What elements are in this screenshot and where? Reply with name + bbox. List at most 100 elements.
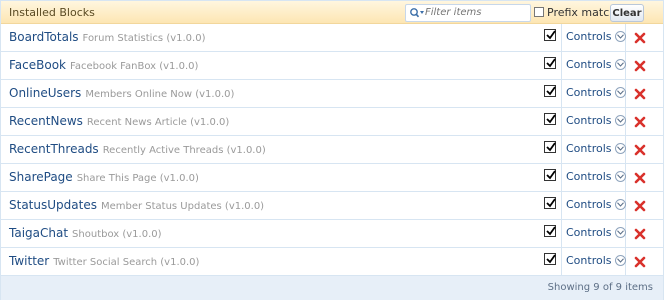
list-item: StatusUpdates Member Status Updates (v1.0… <box>1 192 663 220</box>
block-name-link[interactable]: TaigaChat <box>9 226 68 240</box>
chevron-down-icon <box>614 143 626 154</box>
block-info: FaceBook Facebook FanBox (v1.0.0) <box>9 58 198 72</box>
controls-label: Controls <box>566 170 612 183</box>
chevron-down-icon <box>614 255 626 266</box>
block-description: Facebook FanBox (v1.0.0) <box>70 61 199 72</box>
list-item: FaceBook Facebook FanBox (v1.0.0) Control… <box>1 52 663 80</box>
list-item: RecentThreads Recently Active Threads (v1… <box>1 136 663 164</box>
block-name-link[interactable]: BoardTotals <box>9 30 79 44</box>
controls-menu[interactable]: Controls <box>566 226 626 239</box>
block-name-link[interactable]: RecentThreads <box>9 142 99 156</box>
prefix-match-label: Prefix match <box>547 5 617 19</box>
block-description: Member Status Updates (v1.0.0) <box>100 201 265 212</box>
block-name-link[interactable]: OnlineUsers <box>9 86 81 100</box>
filter-box[interactable] <box>405 4 531 22</box>
delete-icon[interactable] <box>634 32 646 44</box>
controls-label: Controls <box>566 58 612 71</box>
chevron-down-icon <box>614 227 626 238</box>
clear-button[interactable]: Clear <box>610 4 644 22</box>
block-info: StatusUpdates Member Status Updates (v1.0… <box>9 198 264 212</box>
block-description: Forum Statistics (v1.0.0) <box>82 33 206 44</box>
checkmark-icon <box>546 114 556 124</box>
prefix-match-checkbox[interactable] <box>534 7 544 17</box>
enabled-checkbox[interactable] <box>544 253 556 265</box>
chevron-down-icon <box>614 199 626 210</box>
controls-label: Controls <box>566 86 612 99</box>
filter-input[interactable] <box>425 5 525 19</box>
controls-menu[interactable]: Controls <box>566 198 626 211</box>
panel-title: Installed Blocks <box>9 6 95 19</box>
delete-icon[interactable] <box>634 116 646 128</box>
checkmark-icon <box>546 86 556 96</box>
block-info: OnlineUsers Members Online Now (v1.0.0) <box>9 86 234 100</box>
column-divider <box>561 136 562 163</box>
enabled-checkbox[interactable] <box>544 141 556 153</box>
panel-header: Installed Blocks Prefix match Clear <box>1 1 663 24</box>
list-footer: Showing 9 of 9 items <box>1 275 663 300</box>
block-info: RecentThreads Recently Active Threads (v1… <box>9 142 266 156</box>
block-info: BoardTotals Forum Statistics (v1.0.0) <box>9 30 206 44</box>
checkmark-icon <box>546 142 556 152</box>
controls-label: Controls <box>566 114 612 127</box>
block-name-link[interactable]: FaceBook <box>9 58 66 72</box>
chevron-down-icon <box>614 87 626 98</box>
column-divider <box>561 24 562 51</box>
block-info: TaigaChat Shoutbox (v1.0.0) <box>9 226 162 240</box>
block-info: RecentNews Recent News Article (v1.0.0) <box>9 114 229 128</box>
delete-icon[interactable] <box>634 200 646 212</box>
chevron-down-icon <box>614 59 626 70</box>
enabled-checkbox[interactable] <box>544 197 556 209</box>
block-description: Share This Page (v1.0.0) <box>76 173 199 184</box>
controls-menu[interactable]: Controls <box>566 170 626 183</box>
search-icon <box>410 8 424 18</box>
enabled-checkbox[interactable] <box>544 113 556 125</box>
controls-menu[interactable]: Controls <box>566 30 626 43</box>
block-description: Recently Active Threads (v1.0.0) <box>102 145 266 156</box>
delete-icon[interactable] <box>634 228 646 240</box>
checkmark-icon <box>546 226 556 236</box>
enabled-checkbox[interactable] <box>544 225 556 237</box>
enabled-checkbox[interactable] <box>544 169 556 181</box>
column-divider <box>561 248 562 275</box>
prefix-match-toggle[interactable]: Prefix match <box>534 5 616 19</box>
controls-menu[interactable]: Controls <box>566 254 626 267</box>
checkmark-icon <box>546 30 556 40</box>
column-divider <box>561 220 562 247</box>
checkmark-icon <box>546 254 556 264</box>
item-count-status: Showing 9 of 9 items <box>547 282 653 293</box>
delete-icon[interactable] <box>634 172 646 184</box>
enabled-checkbox[interactable] <box>544 29 556 41</box>
block-name-link[interactable]: SharePage <box>9 170 73 184</box>
enabled-checkbox[interactable] <box>544 85 556 97</box>
controls-menu[interactable]: Controls <box>566 58 626 71</box>
block-description: Recent News Article (v1.0.0) <box>86 117 230 128</box>
list-item: Twitter Twitter Social Search (v1.0.0) Co… <box>1 248 663 276</box>
block-name-link[interactable]: StatusUpdates <box>9 198 97 212</box>
column-divider <box>561 52 562 79</box>
block-description: Members Online Now (v1.0.0) <box>85 89 235 100</box>
column-divider <box>561 164 562 191</box>
block-name-link[interactable]: Twitter <box>9 254 49 268</box>
controls-menu[interactable]: Controls <box>566 114 626 127</box>
block-name-link[interactable]: RecentNews <box>9 114 83 128</box>
controls-menu[interactable]: Controls <box>566 142 626 155</box>
delete-icon[interactable] <box>634 88 646 100</box>
delete-icon[interactable] <box>634 60 646 72</box>
chevron-down-icon <box>614 115 626 126</box>
delete-icon[interactable] <box>634 144 646 156</box>
block-description: Twitter Social Search (v1.0.0) <box>53 257 200 268</box>
column-divider <box>561 192 562 219</box>
list-item: TaigaChat Shoutbox (v1.0.0) Controls <box>1 220 663 248</box>
delete-icon[interactable] <box>634 256 646 268</box>
controls-label: Controls <box>566 142 612 155</box>
enabled-checkbox[interactable] <box>544 57 556 69</box>
chevron-down-icon <box>614 171 626 182</box>
chevron-down-icon <box>614 31 626 42</box>
checkmark-icon <box>546 58 556 68</box>
controls-menu[interactable]: Controls <box>566 86 626 99</box>
list-item: BoardTotals Forum Statistics (v1.0.0) Con… <box>1 24 663 52</box>
block-info: SharePage Share This Page (v1.0.0) <box>9 170 199 184</box>
controls-label: Controls <box>566 198 612 211</box>
column-divider <box>561 108 562 135</box>
block-description: Shoutbox (v1.0.0) <box>72 229 162 240</box>
